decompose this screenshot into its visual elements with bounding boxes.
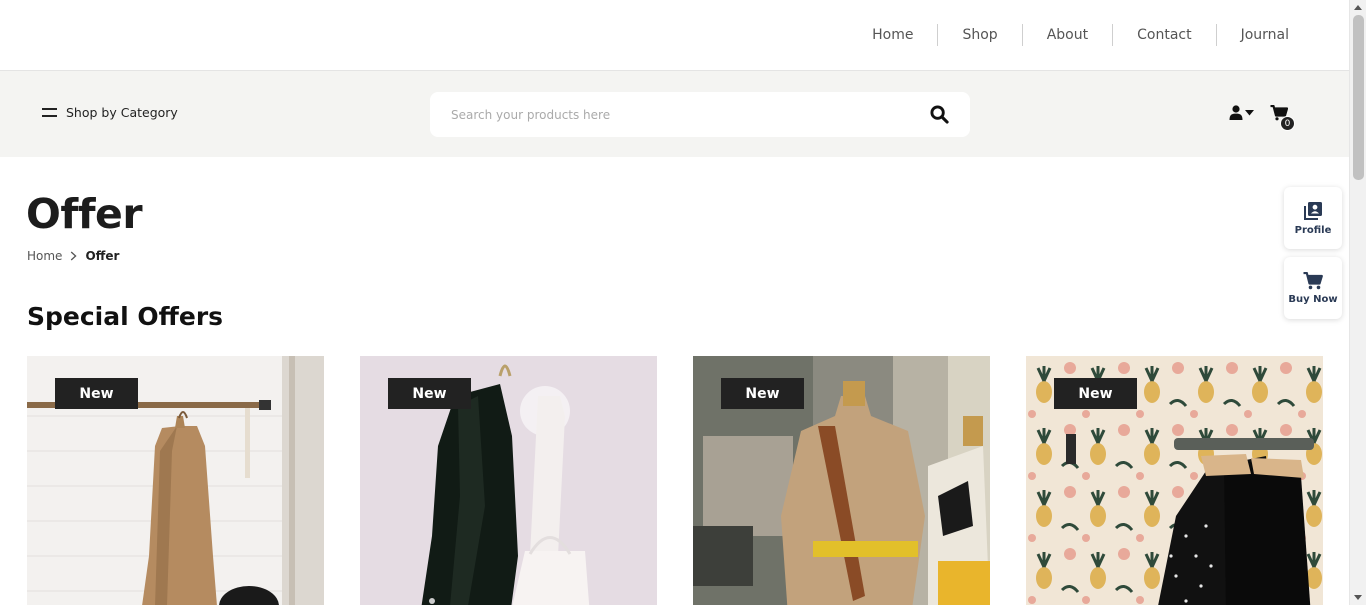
nav-journal[interactable]: Journal: [1215, 24, 1313, 46]
product-card[interactable]: New: [1026, 356, 1323, 605]
product-card[interactable]: New: [27, 356, 324, 605]
product-card[interactable]: New: [360, 356, 657, 605]
profile-float-button[interactable]: Profile: [1284, 187, 1342, 249]
nav-shop[interactable]: Shop: [937, 24, 1021, 46]
search-icon: [929, 105, 949, 124]
cart-icon: [1303, 271, 1323, 289]
search-button[interactable]: [908, 92, 970, 137]
page: Home Shop About Contact Journal Shop by …: [0, 0, 1349, 605]
new-badge: New: [1054, 378, 1137, 409]
buy-now-float-button[interactable]: Buy Now: [1284, 257, 1342, 319]
account-menu-button[interactable]: [1229, 105, 1254, 120]
section-title: Special Offers: [27, 302, 224, 331]
search-input[interactable]: [430, 92, 908, 137]
new-badge: New: [388, 378, 471, 409]
caret-down-icon: [1245, 109, 1254, 115]
breadcrumb-current: Offer: [85, 249, 120, 263]
new-badge: New: [721, 378, 804, 409]
top-bar: Home Shop About Contact Journal: [0, 0, 1349, 71]
search-box: [430, 92, 970, 137]
nav-home[interactable]: Home: [848, 24, 937, 46]
nav-about[interactable]: About: [1021, 24, 1112, 46]
profile-label: Profile: [1294, 224, 1332, 236]
product-grid: New New New New: [27, 356, 1323, 605]
shop-by-category-button[interactable]: Shop by Category: [42, 105, 178, 120]
scrollbar-thumb[interactable]: [1353, 15, 1364, 180]
page-title: Offer: [26, 190, 143, 238]
cart-count-badge: 0: [1280, 116, 1295, 131]
chevron-right-icon: [71, 251, 78, 261]
hamburger-icon: [42, 108, 57, 117]
user-icon: [1229, 105, 1243, 120]
scroll-down-arrow-icon[interactable]: [1354, 595, 1362, 600]
nav-contact[interactable]: Contact: [1112, 24, 1215, 46]
profile-book-icon: [1304, 201, 1322, 220]
vertical-scrollbar[interactable]: [1349, 0, 1366, 605]
search-band: Shop by Category Search your products he…: [0, 71, 1349, 157]
cart-button[interactable]: 0: [1270, 104, 1295, 131]
breadcrumb: Home Offer: [27, 249, 119, 263]
new-badge: New: [55, 378, 138, 409]
buy-now-label: Buy Now: [1288, 293, 1338, 305]
breadcrumb-home-link[interactable]: Home: [27, 249, 62, 263]
product-card[interactable]: New: [693, 356, 990, 605]
main-nav: Home Shop About Contact Journal: [848, 24, 1313, 46]
shop-by-category-label: Shop by Category: [66, 105, 178, 120]
scroll-up-arrow-icon[interactable]: [1354, 5, 1362, 10]
